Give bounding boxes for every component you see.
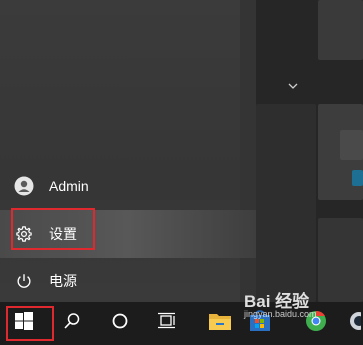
app-button[interactable]: [340, 302, 363, 345]
chrome-icon: [305, 310, 327, 337]
store-button[interactable]: [236, 302, 284, 345]
store-icon: [248, 310, 272, 337]
task-view-button[interactable]: [144, 302, 192, 345]
app-icon: [343, 310, 363, 337]
task-view-icon: [158, 312, 178, 335]
user-account-label: Admin: [49, 178, 89, 194]
settings-highlight-box: [11, 208, 95, 250]
power-icon: [14, 271, 34, 291]
blurred-tile: [318, 218, 363, 302]
start-highlight-box: [6, 306, 54, 341]
user-account-item[interactable]: Admin: [0, 164, 256, 208]
file-explorer-icon: [208, 310, 232, 337]
cortana-button[interactable]: [96, 302, 144, 345]
user-icon: [14, 176, 34, 196]
power-label: 电源: [49, 273, 77, 289]
search-icon: [63, 312, 81, 335]
cortana-icon: [111, 312, 129, 335]
chrome-button[interactable]: [296, 302, 336, 345]
chevron-down-icon[interactable]: [286, 80, 300, 92]
taskbar: [0, 302, 363, 345]
blurred-tile: [352, 170, 363, 186]
power-item[interactable]: 电源: [0, 259, 256, 303]
blurred-tile: [256, 104, 316, 302]
search-button[interactable]: [48, 302, 96, 345]
blurred-tile: [318, 0, 363, 60]
blurred-tile: [340, 130, 363, 160]
